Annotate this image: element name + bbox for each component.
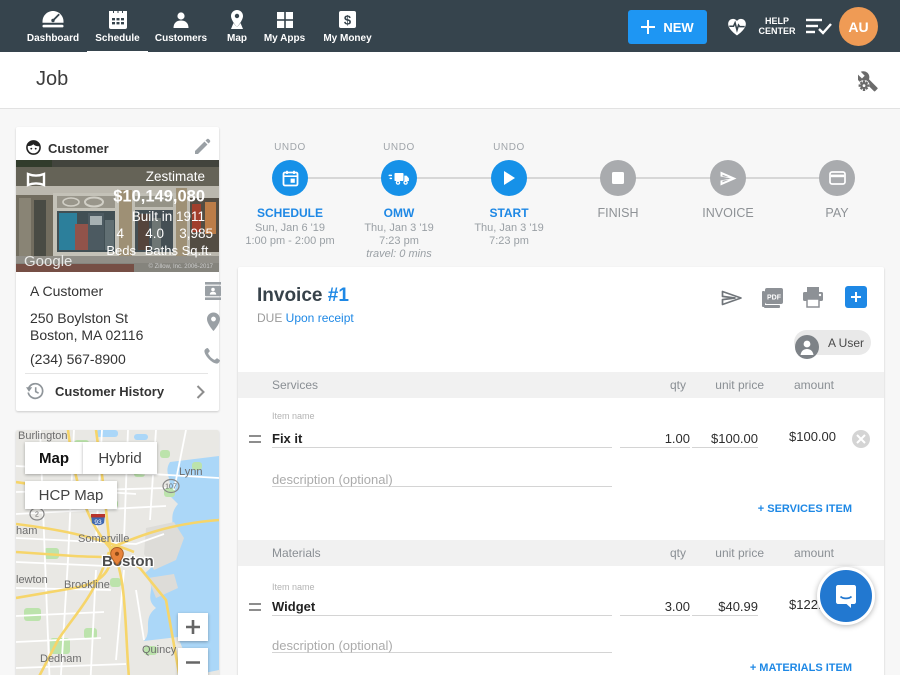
- svg-text:Lynn: Lynn: [179, 466, 202, 478]
- svg-text:$: $: [344, 13, 352, 28]
- svg-text:Dedham: Dedham: [40, 653, 82, 665]
- svg-text:Quincy: Quincy: [142, 644, 177, 656]
- svg-text:Google: Google: [24, 253, 72, 270]
- svg-text:Beds: Beds: [106, 243, 136, 258]
- svg-text:4: 4: [116, 226, 124, 241]
- svg-text:Sq.ft.: Sq.ft.: [182, 243, 212, 258]
- svg-text:2: 2: [35, 512, 39, 519]
- svg-text:Burlington: Burlington: [18, 430, 68, 442]
- svg-text:3,985: 3,985: [179, 226, 213, 241]
- svg-text:© Zillow, Inc. 2006-2017: © Zillow, Inc. 2006-2017: [149, 263, 214, 270]
- svg-text:$10,149,080: $10,149,080: [113, 188, 205, 206]
- svg-text:4.0: 4.0: [145, 226, 164, 241]
- svg-text:Brookline: Brookline: [64, 579, 110, 591]
- svg-text:Baths: Baths: [145, 243, 179, 258]
- svg-text:PDF: PDF: [767, 295, 782, 302]
- svg-text:lewton: lewton: [16, 574, 48, 586]
- svg-text:ham: ham: [16, 525, 37, 537]
- svg-text:Zestimate: Zestimate: [146, 169, 205, 184]
- svg-text:Boston: Boston: [102, 553, 154, 570]
- svg-text:107: 107: [165, 484, 177, 491]
- svg-text:Somerville: Somerville: [78, 533, 129, 545]
- svg-text:93: 93: [94, 519, 102, 526]
- svg-text:Built in 1911: Built in 1911: [132, 209, 205, 224]
